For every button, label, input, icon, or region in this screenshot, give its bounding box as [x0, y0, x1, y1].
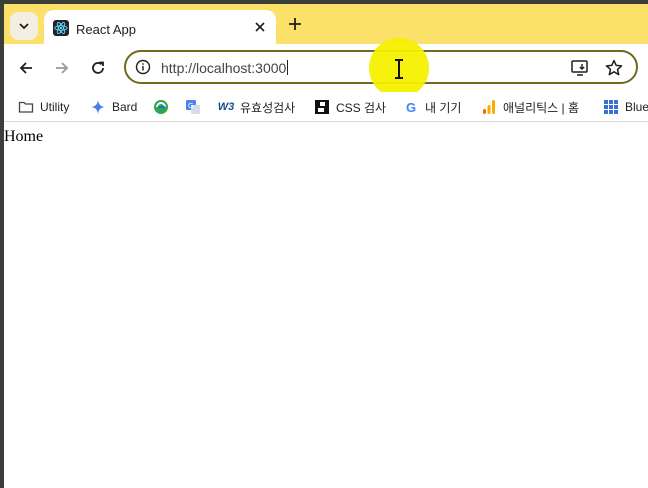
- bard-icon: [90, 99, 106, 115]
- bookmark-label: Utility: [40, 100, 70, 114]
- url-text: http://localhost:3000: [161, 60, 287, 76]
- w3c-icon: W3: [217, 101, 235, 113]
- install-app-icon[interactable]: [570, 58, 590, 78]
- close-icon: [255, 22, 265, 32]
- bookmark-bard[interactable]: Bard: [90, 97, 137, 117]
- tab-strip: React App: [4, 4, 648, 44]
- bookmark-utility[interactable]: Utility: [18, 97, 69, 117]
- folder-icon: [18, 99, 34, 115]
- reload-button[interactable]: [88, 58, 108, 78]
- bookmark-label: Blue: [625, 100, 648, 114]
- bookmark-css[interactable]: CSS 검사: [314, 97, 386, 117]
- bookmark-star-icon[interactable]: [604, 58, 624, 78]
- new-tab-button[interactable]: [285, 14, 305, 34]
- analytics-icon: [481, 99, 497, 115]
- tab-react-app[interactable]: React App: [44, 10, 276, 44]
- css-icon: [314, 99, 330, 115]
- page-content: Home: [4, 123, 648, 488]
- translate-icon: G: [185, 99, 201, 115]
- toolbar: http://localhost:3000: [4, 44, 648, 92]
- arrow-right-icon: [56, 62, 69, 74]
- tab-search-button[interactable]: [10, 12, 38, 40]
- reload-icon: [92, 61, 104, 74]
- react-icon: [53, 20, 69, 36]
- url-input[interactable]: http://localhost:3000: [161, 60, 289, 76]
- bookmark-blue[interactable]: Blue: [603, 97, 648, 117]
- bookmark-label: 유효성검사: [240, 100, 296, 115]
- google-icon: G: [405, 99, 417, 115]
- info-icon[interactable]: [135, 59, 151, 75]
- back-button[interactable]: [16, 58, 36, 78]
- bookmark-translate[interactable]: G: [185, 97, 207, 117]
- text-caret: [287, 60, 289, 75]
- chevron-down-icon: [19, 23, 29, 30]
- bookmark-label: 내 기기: [425, 100, 462, 115]
- plus-icon: [289, 18, 301, 30]
- bookmark-label: 애널리틱스 | 홈: [503, 100, 580, 115]
- arrow-left-icon: [19, 62, 32, 74]
- tab-title: React App: [76, 22, 136, 37]
- tab-close-button[interactable]: [252, 19, 268, 35]
- page-heading: Home: [4, 128, 44, 145]
- bookmark-label: Bard: [112, 100, 138, 114]
- bookmark-w3c[interactable]: W3 유효성검사: [218, 97, 295, 117]
- bookmark-label: CSS 검사: [336, 100, 387, 115]
- bookmark-edge-app[interactable]: [153, 97, 175, 117]
- browser-window: React App http://localhost:3000 Utility …: [4, 4, 648, 488]
- bookmarks-bar: Utility Bard G W3 유효성검사 CSS 검사 G 내 기기 애널…: [4, 92, 648, 122]
- text-cursor-icon: [395, 59, 403, 79]
- bookmark-my-device[interactable]: G 내 기기: [403, 97, 462, 117]
- apps-grid-icon: [603, 99, 619, 115]
- forward-button[interactable]: [52, 58, 72, 78]
- svg-text:G: G: [188, 102, 193, 110]
- bookmark-analytics[interactable]: 애널리틱스 | 홈: [481, 97, 579, 117]
- edge-app-icon: [153, 99, 169, 115]
